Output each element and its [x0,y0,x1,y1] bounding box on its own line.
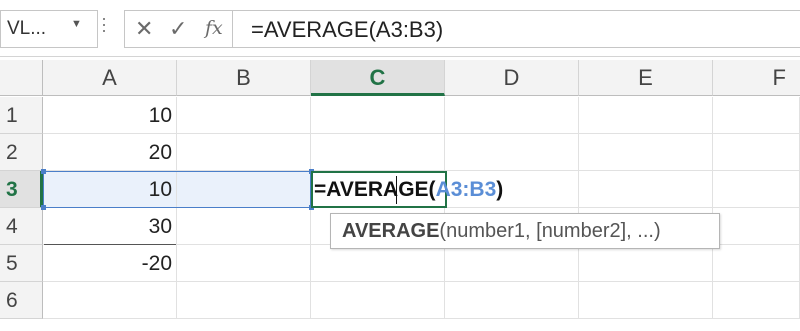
cell-e5[interactable] [579,245,713,282]
cell-f4[interactable] [713,208,800,245]
name-box-value[interactable]: VL... [7,18,46,40]
range-handle-top-left[interactable] [41,169,46,174]
cell-e3[interactable] [579,171,713,208]
cell-b5[interactable] [177,245,311,282]
cell-a4-bottom-border [44,244,176,245]
insert-function-icon[interactable]: fx [205,17,223,39]
column-header-e[interactable]: E [579,60,713,96]
cell-e6[interactable] [579,282,713,319]
drag-handle-icon[interactable] [101,14,107,42]
row-header-2[interactable]: 2 [0,134,43,171]
reference-range-highlight [43,171,311,208]
enter-icon[interactable]: ✓ [169,16,187,42]
formula-reference: A3:B3 [435,178,497,201]
function-tooltip[interactable]: AVERAGE(number1, [number2], ...) [330,213,720,249]
cell-f5[interactable] [713,245,800,282]
cell-a4[interactable]: 30 [43,208,177,245]
active-cell-formula[interactable]: =AVERAGE(A3:B3) [314,173,503,206]
formula-prefix: =AVERAGE( [314,178,436,201]
cell-f1[interactable] [713,97,800,134]
cell-f6[interactable] [713,282,800,319]
cell-c6[interactable] [311,282,445,319]
cell-b6[interactable] [177,282,311,319]
name-box-dropdown-icon[interactable]: ▼ [71,18,82,30]
cell-d5[interactable] [445,245,579,282]
text-caret [396,176,397,204]
formula-suffix: ) [496,178,504,201]
spreadsheet-grid: A B C D E F 1 2 3 4 5 6 10 20 10 30 -20 [0,60,800,331]
cell-e1[interactable] [579,97,713,134]
row-header-3[interactable]: 3 [0,171,43,208]
select-all-corner[interactable] [0,60,43,96]
row-header-6[interactable]: 6 [0,282,43,319]
cell-c2[interactable] [311,134,445,171]
cell-b2[interactable] [177,134,311,171]
formula-buttons: ✕ ✓ fx [124,10,233,48]
formula-text[interactable]: =AVERAGE(A3:B3) [251,17,443,43]
range-handle-bottom-left[interactable] [41,205,46,210]
formula-input[interactable]: =AVERAGE(A3:B3) [232,10,800,48]
column-header-f[interactable]: F [713,60,800,96]
tooltip-function-name[interactable]: AVERAGE [342,220,439,242]
cancel-icon[interactable]: ✕ [135,16,153,42]
column-header-d[interactable]: D [445,60,579,96]
formula-bar-area: VL... ▼ ✕ ✓ fx =AVERAGE(A3:B3) [0,0,800,57]
cell-b4[interactable] [177,208,311,245]
column-header-b[interactable]: B [177,60,311,96]
cell-c5[interactable] [311,245,445,282]
name-box[interactable]: VL... ▼ [0,10,98,48]
cell-a6[interactable] [43,282,177,319]
cell-f2[interactable] [713,134,800,171]
cell-d2[interactable] [445,134,579,171]
cell-f3[interactable] [713,171,800,208]
cell-c1[interactable] [311,97,445,134]
column-header-a[interactable]: A [43,60,177,96]
cell-d1[interactable] [445,97,579,134]
column-header-c[interactable]: C [311,60,445,96]
row-header-5[interactable]: 5 [0,245,43,282]
cell-d6[interactable] [445,282,579,319]
cell-a5[interactable]: -20 [43,245,177,282]
row-header-4[interactable]: 4 [0,208,43,245]
tooltip-arguments: (number1, [number2], ...) [439,220,661,242]
cell-e2[interactable] [579,134,713,171]
cell-b1[interactable] [177,97,311,134]
row-header-1[interactable]: 1 [0,97,43,134]
cell-a1[interactable]: 10 [43,97,177,134]
cell-a2[interactable]: 20 [43,134,177,171]
